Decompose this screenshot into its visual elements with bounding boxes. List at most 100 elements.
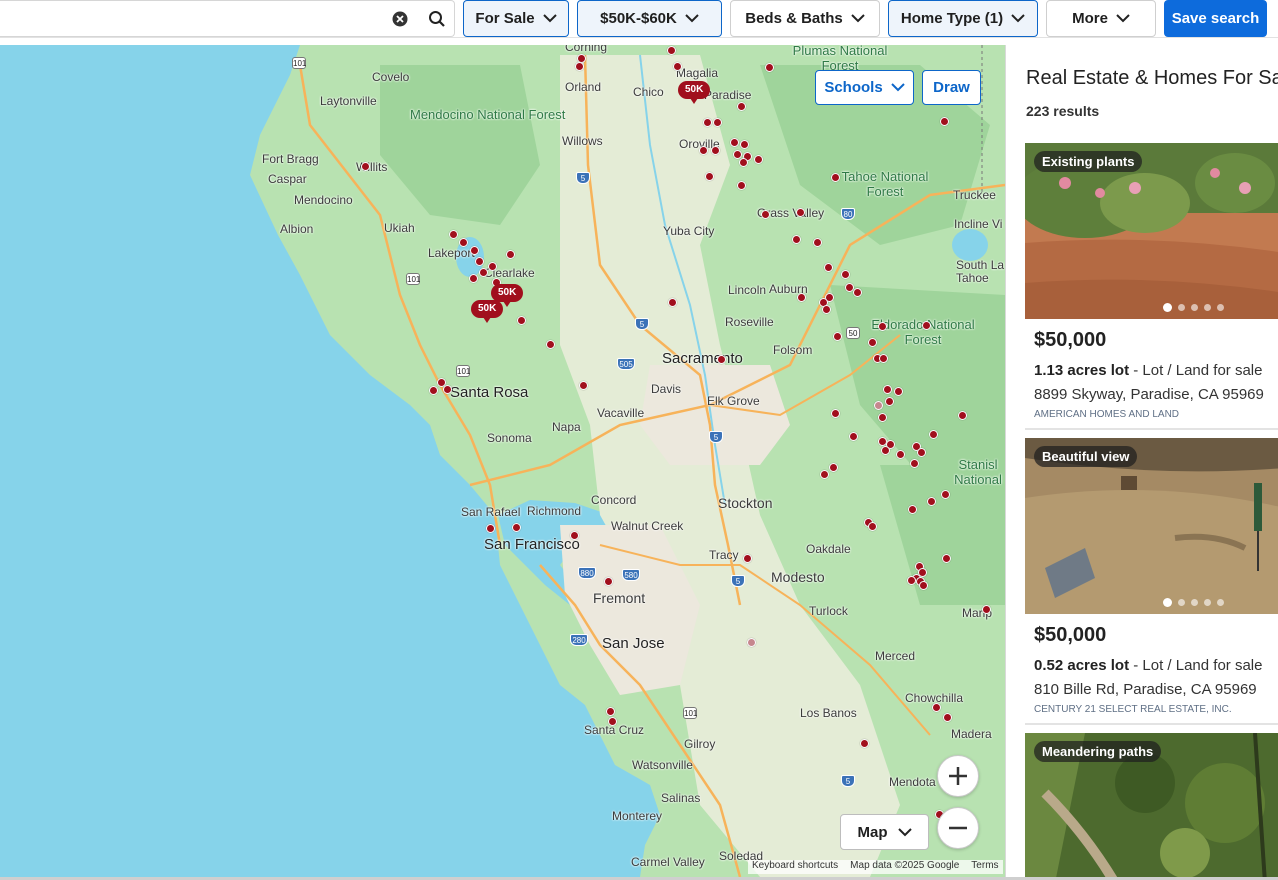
map-listing-marker[interactable]	[705, 172, 714, 181]
map-listing-marker[interactable]	[668, 298, 677, 307]
listing-card[interactable]: Beautiful view $50,000 0.52 acres lot - …	[1025, 438, 1278, 728]
map-listing-marker[interactable]	[429, 386, 438, 395]
map-listing-marker[interactable]	[730, 138, 739, 147]
filter-home-type-button[interactable]: Home Type (1)	[888, 0, 1038, 37]
map-listing-marker[interactable]	[942, 554, 951, 563]
map-listing-marker[interactable]	[765, 63, 774, 72]
photo-pager[interactable]	[1163, 303, 1224, 312]
map-listing-marker[interactable]	[820, 470, 829, 479]
map-type-select[interactable]: Map	[840, 814, 929, 850]
close-circle-icon[interactable]	[392, 11, 408, 27]
map-listing-marker[interactable]	[506, 250, 515, 259]
map-listing-marker[interactable]	[761, 210, 770, 219]
map-listing-marker[interactable]	[470, 246, 479, 255]
map-listing-marker[interactable]	[907, 576, 916, 585]
map-listing-marker[interactable]	[908, 505, 917, 514]
map-listing-marker[interactable]	[740, 140, 749, 149]
map-listing-marker[interactable]	[449, 230, 458, 239]
listing-photo[interactable]: Existing plants	[1025, 143, 1278, 319]
search-input[interactable]	[0, 1, 380, 36]
map-listing-marker[interactable]	[713, 118, 722, 127]
map-listing-marker[interactable]	[361, 162, 370, 171]
filter-price-button[interactable]: $50K-$60K	[577, 0, 722, 37]
map-listing-marker[interactable]	[486, 524, 495, 533]
map-listing-marker[interactable]	[737, 181, 746, 190]
map-listing-marker[interactable]	[443, 385, 452, 394]
map-listing-marker[interactable]	[896, 450, 905, 459]
map-listing-marker[interactable]	[813, 238, 822, 247]
map-listing-marker[interactable]	[699, 146, 708, 155]
map-listing-marker[interactable]	[958, 411, 967, 420]
map-listing-marker[interactable]	[829, 463, 838, 472]
map-listing-marker[interactable]	[703, 118, 712, 127]
map-cluster-pin[interactable]: 50K	[471, 300, 504, 323]
map-listing-marker[interactable]	[822, 305, 831, 314]
map-listing-marker[interactable]	[860, 739, 869, 748]
map-listing-marker[interactable]	[894, 387, 903, 396]
map-listing-marker[interactable]	[575, 62, 584, 71]
map-listing-marker[interactable]	[673, 62, 682, 71]
map-canvas[interactable]: Mendocino National Forest Plumas Nationa…	[0, 45, 1005, 877]
map-listing-marker[interactable]	[747, 638, 756, 647]
map-listing-marker[interactable]	[488, 262, 497, 271]
map-listing-marker[interactable]	[833, 332, 842, 341]
keyboard-shortcuts-link[interactable]: Keyboard shortcuts	[752, 860, 838, 874]
listing-card[interactable]: Meandering paths	[1025, 733, 1278, 880]
map-listing-marker[interactable]	[754, 155, 763, 164]
map-listing-marker[interactable]	[579, 381, 588, 390]
listing-card[interactable]: Existing plants $50,000 1.13 acres lot -…	[1025, 143, 1278, 433]
draw-button[interactable]: Draw	[922, 70, 981, 105]
zoom-out-button[interactable]	[937, 807, 979, 849]
terms-link[interactable]: Terms	[971, 860, 998, 874]
map-listing-marker[interactable]	[941, 490, 950, 499]
map-listing-marker[interactable]	[570, 531, 579, 540]
map-listing-marker[interactable]	[927, 497, 936, 506]
map-listing-marker[interactable]	[604, 577, 613, 586]
map-listing-marker[interactable]	[943, 713, 952, 722]
map-listing-marker[interactable]	[512, 523, 521, 532]
filter-more-button[interactable]: More	[1046, 0, 1156, 37]
map-listing-marker[interactable]	[929, 430, 938, 439]
map-listing-marker[interactable]	[919, 581, 928, 590]
map-listing-marker[interactable]	[874, 401, 883, 410]
save-search-button[interactable]: Save search	[1164, 0, 1267, 37]
filter-for-sale-button[interactable]: For Sale	[463, 0, 569, 37]
map-listing-marker[interactable]	[608, 717, 617, 726]
map-listing-marker[interactable]	[841, 270, 850, 279]
map-listing-marker[interactable]	[853, 288, 862, 297]
map-listing-marker[interactable]	[824, 263, 833, 272]
map-listing-marker[interactable]	[910, 459, 919, 468]
filter-beds-baths-button[interactable]: Beds & Baths	[730, 0, 880, 37]
map-listing-marker[interactable]	[606, 707, 615, 716]
map-listing-marker[interactable]	[878, 322, 887, 331]
map-listing-marker[interactable]	[717, 355, 726, 364]
listing-photo[interactable]: Meandering paths	[1025, 733, 1278, 880]
map-listing-marker[interactable]	[667, 46, 676, 55]
map-listing-marker[interactable]	[982, 605, 991, 614]
map-listing-marker[interactable]	[868, 522, 877, 531]
map-listing-marker[interactable]	[739, 158, 748, 167]
map-listing-marker[interactable]	[711, 146, 720, 155]
map-listing-marker[interactable]	[459, 238, 468, 247]
map-listing-marker[interactable]	[469, 274, 478, 283]
map-listing-marker[interactable]	[917, 448, 926, 457]
map-listing-marker[interactable]	[932, 703, 941, 712]
map-listing-marker[interactable]	[868, 338, 877, 347]
map-listing-marker[interactable]	[883, 385, 892, 394]
map-listing-marker[interactable]	[831, 173, 840, 182]
map-listing-marker[interactable]	[831, 409, 840, 418]
map-listing-marker[interactable]	[879, 354, 888, 363]
map-listing-marker[interactable]	[885, 397, 894, 406]
schools-toggle-button[interactable]: Schools	[815, 70, 914, 105]
map-cluster-pin[interactable]: 50K	[678, 81, 711, 104]
photo-pager[interactable]	[1163, 598, 1224, 607]
zoom-in-button[interactable]	[937, 755, 979, 797]
listing-photo[interactable]: Beautiful view	[1025, 438, 1278, 614]
map-listing-marker[interactable]	[797, 293, 806, 302]
map-listing-marker[interactable]	[517, 316, 526, 325]
map-listing-marker[interactable]	[792, 235, 801, 244]
map-listing-marker[interactable]	[546, 340, 555, 349]
map-listing-marker[interactable]	[922, 321, 931, 330]
map-listing-marker[interactable]	[475, 257, 484, 266]
map-listing-marker[interactable]	[743, 554, 752, 563]
